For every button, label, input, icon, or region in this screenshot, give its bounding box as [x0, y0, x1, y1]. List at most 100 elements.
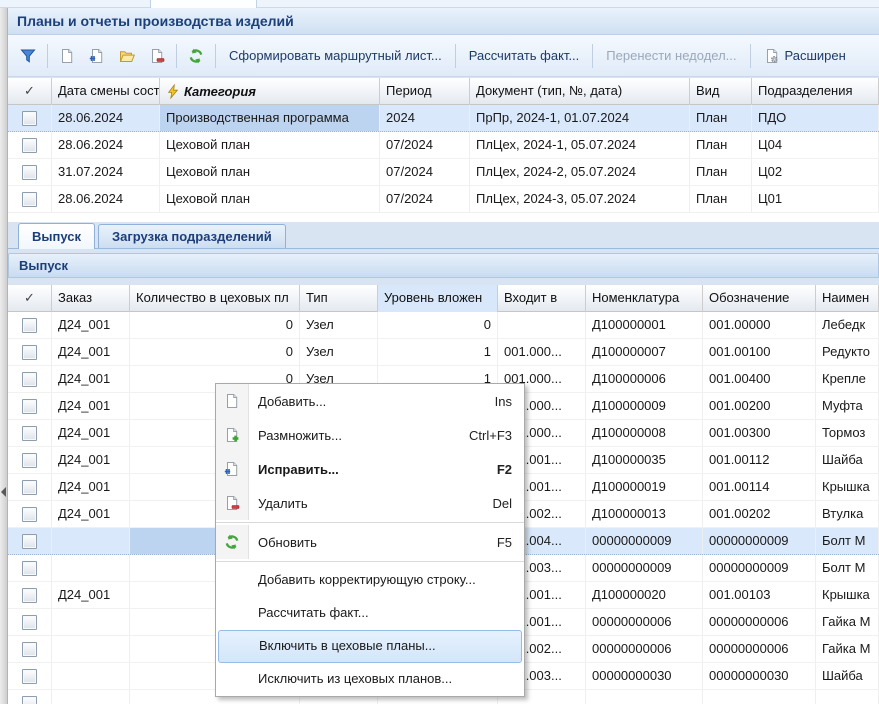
row-checkbox[interactable] — [22, 507, 37, 522]
table-row[interactable]: 28.06.2024Цеховой план07/2024ПлЦех, 2024… — [8, 132, 879, 159]
row-checkbox[interactable] — [22, 138, 37, 153]
cell — [703, 690, 816, 704]
row-checkbox[interactable] — [22, 426, 37, 441]
menu-item[interactable]: Включить в цеховые планы... — [218, 630, 522, 663]
column-header[interactable]: Дата смены сост — [52, 78, 160, 105]
menu-item[interactable]: Добавить корректирующую строку... — [216, 564, 524, 597]
cell: 00000000006 — [703, 609, 816, 635]
column-header[interactable]: Вид — [690, 78, 752, 105]
row-checkbox[interactable] — [22, 318, 37, 333]
select-all-header[interactable]: ✓ — [8, 78, 52, 105]
advanced-button[interactable]: Расширен — [755, 42, 855, 70]
column-header[interactable]: Заказ — [52, 285, 130, 312]
menu-item-label: Обновить — [249, 535, 497, 550]
delete-button[interactable] — [142, 42, 172, 70]
row-checkbox-cell — [8, 393, 52, 419]
row-checkbox[interactable] — [22, 534, 37, 549]
column-header[interactable]: Подразделения — [752, 78, 879, 105]
column-header[interactable]: Категория — [160, 78, 380, 105]
row-checkbox[interactable] — [22, 345, 37, 360]
row-checkbox[interactable] — [22, 696, 37, 704]
toolbar-separator — [176, 44, 177, 68]
cell: Редукто — [816, 339, 879, 365]
refresh-button[interactable] — [181, 42, 211, 70]
row-checkbox[interactable] — [22, 453, 37, 468]
menu-item[interactable]: Исключить из цеховых планов... — [216, 663, 524, 696]
form-route-sheet-button[interactable]: Сформировать маршрутный лист... — [220, 42, 451, 70]
menu-item[interactable]: Рассчитать факт... — [216, 597, 524, 630]
new-document-icon — [59, 48, 75, 64]
cell: Цеховой план — [160, 132, 380, 158]
column-header[interactable]: Период — [380, 78, 470, 105]
row-checkbox[interactable] — [22, 111, 37, 126]
select-all-header[interactable]: ✓ — [8, 285, 52, 312]
row-checkbox-cell — [8, 474, 52, 500]
panel-splitter[interactable] — [0, 8, 8, 704]
table-row[interactable]: Д24_0010Узел0Д100000001001.00000Лебедк — [8, 312, 879, 339]
column-header[interactable]: Наимен — [816, 285, 879, 312]
calculate-fact-button[interactable]: Рассчитать факт... — [460, 42, 589, 70]
menu-item[interactable]: УдалитьDel — [216, 486, 524, 520]
row-checkbox[interactable] — [22, 165, 37, 180]
cell: 1 — [378, 339, 498, 365]
menu-item-shortcut: Del — [492, 496, 524, 511]
cell: ПлЦех, 2024-1, 05.07.2024 — [470, 132, 690, 158]
column-header[interactable]: Обозначение — [703, 285, 816, 312]
cell: 07/2024 — [380, 159, 470, 185]
row-checkbox[interactable] — [22, 561, 37, 576]
column-header[interactable]: Уровень вложен — [378, 285, 498, 312]
menu-item-label: Удалить — [249, 496, 492, 511]
menu-item[interactable]: ОбновитьF5 — [216, 525, 524, 559]
cell: Д100000009 — [586, 393, 703, 419]
row-checkbox-cell — [8, 501, 52, 527]
filter-button[interactable] — [13, 42, 43, 70]
cell: Крышка — [816, 474, 879, 500]
menu-item[interactable]: Размножить...Ctrl+F3 — [216, 418, 524, 452]
cell: 28.06.2024 — [52, 105, 160, 131]
open-button[interactable] — [112, 42, 142, 70]
grid-header: ✓ЗаказКоличество в цеховых плТипУровень … — [8, 285, 879, 312]
cell: 00000000009 — [586, 528, 703, 554]
tab-zagruzka-podrazdelenij[interactable]: Загрузка подразделений — [98, 224, 286, 248]
column-header[interactable]: Количество в цеховых пл — [130, 285, 300, 312]
column-header[interactable]: Номенклатура — [586, 285, 703, 312]
row-checkbox[interactable] — [22, 669, 37, 684]
new-document-icon — [224, 393, 240, 409]
table-row[interactable]: 28.06.2024Производственная программа2024… — [8, 105, 879, 132]
cell: ПДО — [752, 105, 879, 131]
edit-button[interactable] — [82, 42, 112, 70]
column-header[interactable]: Тип — [300, 285, 378, 312]
row-checkbox-cell — [8, 312, 52, 338]
collapse-panel-icon[interactable] — [1, 487, 6, 497]
row-checkbox[interactable] — [22, 480, 37, 495]
add-button[interactable] — [52, 42, 82, 70]
tab-vypusk[interactable]: Выпуск — [18, 223, 95, 249]
menu-item[interactable]: Исправить...F2 — [216, 452, 524, 486]
column-header[interactable]: Документ (тип, №, дата) — [470, 78, 690, 105]
cell: Крепле — [816, 366, 879, 392]
row-checkbox[interactable] — [22, 372, 37, 387]
row-checkbox[interactable] — [22, 588, 37, 603]
row-checkbox[interactable] — [22, 192, 37, 207]
cell: Д24_001 — [52, 339, 130, 365]
menu-icon-gutter — [216, 384, 249, 418]
menu-item-label: Размножить... — [249, 428, 469, 443]
row-checkbox[interactable] — [22, 642, 37, 657]
row-checkbox[interactable] — [22, 399, 37, 414]
cell: Гайка М — [816, 636, 879, 662]
row-checkbox[interactable] — [22, 615, 37, 630]
menu-item[interactable]: Добавить...Ins — [216, 384, 524, 418]
table-row[interactable]: 28.06.2024Цеховой план07/2024ПлЦех, 2024… — [8, 186, 879, 213]
cell: Шайба — [816, 663, 879, 689]
menu-icon-gutter — [216, 418, 249, 452]
toolbar-separator — [455, 44, 456, 68]
cell: Болт М — [816, 555, 879, 581]
cell: 001.00114 — [703, 474, 816, 500]
table-row[interactable]: Д24_0010Узел1001.000...Д100000007001.001… — [8, 339, 879, 366]
cell: Цеховой план — [160, 186, 380, 212]
cell: План — [690, 186, 752, 212]
cell — [52, 663, 130, 689]
table-row[interactable]: 31.07.2024Цеховой план07/2024ПлЦех, 2024… — [8, 159, 879, 186]
column-header[interactable]: Входит в — [498, 285, 586, 312]
cell: Д24_001 — [52, 474, 130, 500]
